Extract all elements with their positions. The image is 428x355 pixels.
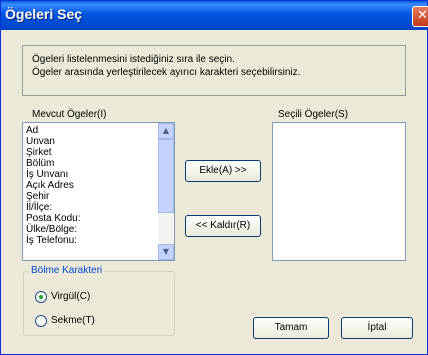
- cancel-button[interactable]: İptal: [341, 317, 413, 339]
- separator-group-title: Bölme Karakteri: [29, 265, 105, 276]
- list-item[interactable]: Unvan: [26, 137, 55, 147]
- close-icon: ✕: [417, 8, 428, 23]
- list-item[interactable]: Posta Kodu:: [26, 214, 80, 224]
- scroll-down-button[interactable]: ▼: [158, 244, 174, 260]
- tab-radio-label[interactable]: Sekme(T): [51, 315, 95, 326]
- list-item[interactable]: İş Unvanı: [26, 170, 68, 180]
- info-line-1: Ögeleri listelenmesini istediğiniz sıra …: [32, 54, 235, 65]
- remove-button[interactable]: << Kaldır(R): [185, 215, 261, 237]
- selected-items-label: Seçili Ögeler(S): [278, 109, 349, 120]
- list-item[interactable]: Açık Adres: [26, 181, 74, 191]
- dialog-client: Ögeleri listelenmesini istediğiniz sıra …: [1, 30, 427, 354]
- add-button[interactable]: Ekle(A) >>: [185, 160, 261, 182]
- scroll-up-arrow-icon: ▲: [162, 126, 170, 135]
- close-button[interactable]: ✕: [412, 6, 428, 27]
- scroll-thumb[interactable]: [158, 139, 174, 213]
- scroll-up-button[interactable]: ▲: [158, 123, 174, 139]
- tab-radio[interactable]: [35, 315, 47, 327]
- selected-items-list[interactable]: [272, 122, 406, 261]
- available-items-label: Mevcut Ögeler(I): [32, 109, 107, 120]
- list-item[interactable]: Bölüm: [26, 159, 54, 169]
- ok-button[interactable]: Tamam: [253, 317, 329, 339]
- radio-checked-dot: [39, 295, 43, 299]
- comma-radio[interactable]: [35, 291, 47, 303]
- info-box: Ögeleri listelenmesini istediğiniz sıra …: [22, 45, 406, 96]
- separator-groupbox: Bölme Karakteri Virgül(C) Sekme(T): [23, 265, 175, 336]
- window-title: Ögeleri Seç: [5, 6, 83, 22]
- list-item[interactable]: İl/İlçe:: [26, 203, 52, 213]
- list-item[interactable]: Ad: [26, 126, 38, 136]
- list-item[interactable]: Ülke/Bölge:: [26, 225, 77, 235]
- available-list-scrollbar[interactable]: ▲ ▼: [158, 123, 174, 260]
- list-item[interactable]: İş Telefonu:: [26, 236, 77, 246]
- list-item[interactable]: Şirket: [26, 148, 52, 158]
- dialog-window: Ögeleri Seç ✕ Ögeleri listelenmesini ist…: [0, 0, 428, 355]
- list-item[interactable]: Şehir: [26, 192, 49, 202]
- scroll-down-arrow-icon: ▼: [162, 247, 170, 256]
- title-bar[interactable]: Ögeleri Seç ✕: [1, 1, 428, 30]
- info-line-2: Ögeler arasında yerleştirilecek ayırıcı …: [32, 67, 301, 78]
- available-items-list[interactable]: Ad Unvan Şirket Bölüm İş Unvanı Açık Adr…: [22, 122, 175, 261]
- comma-radio-label[interactable]: Virgül(C): [51, 291, 90, 302]
